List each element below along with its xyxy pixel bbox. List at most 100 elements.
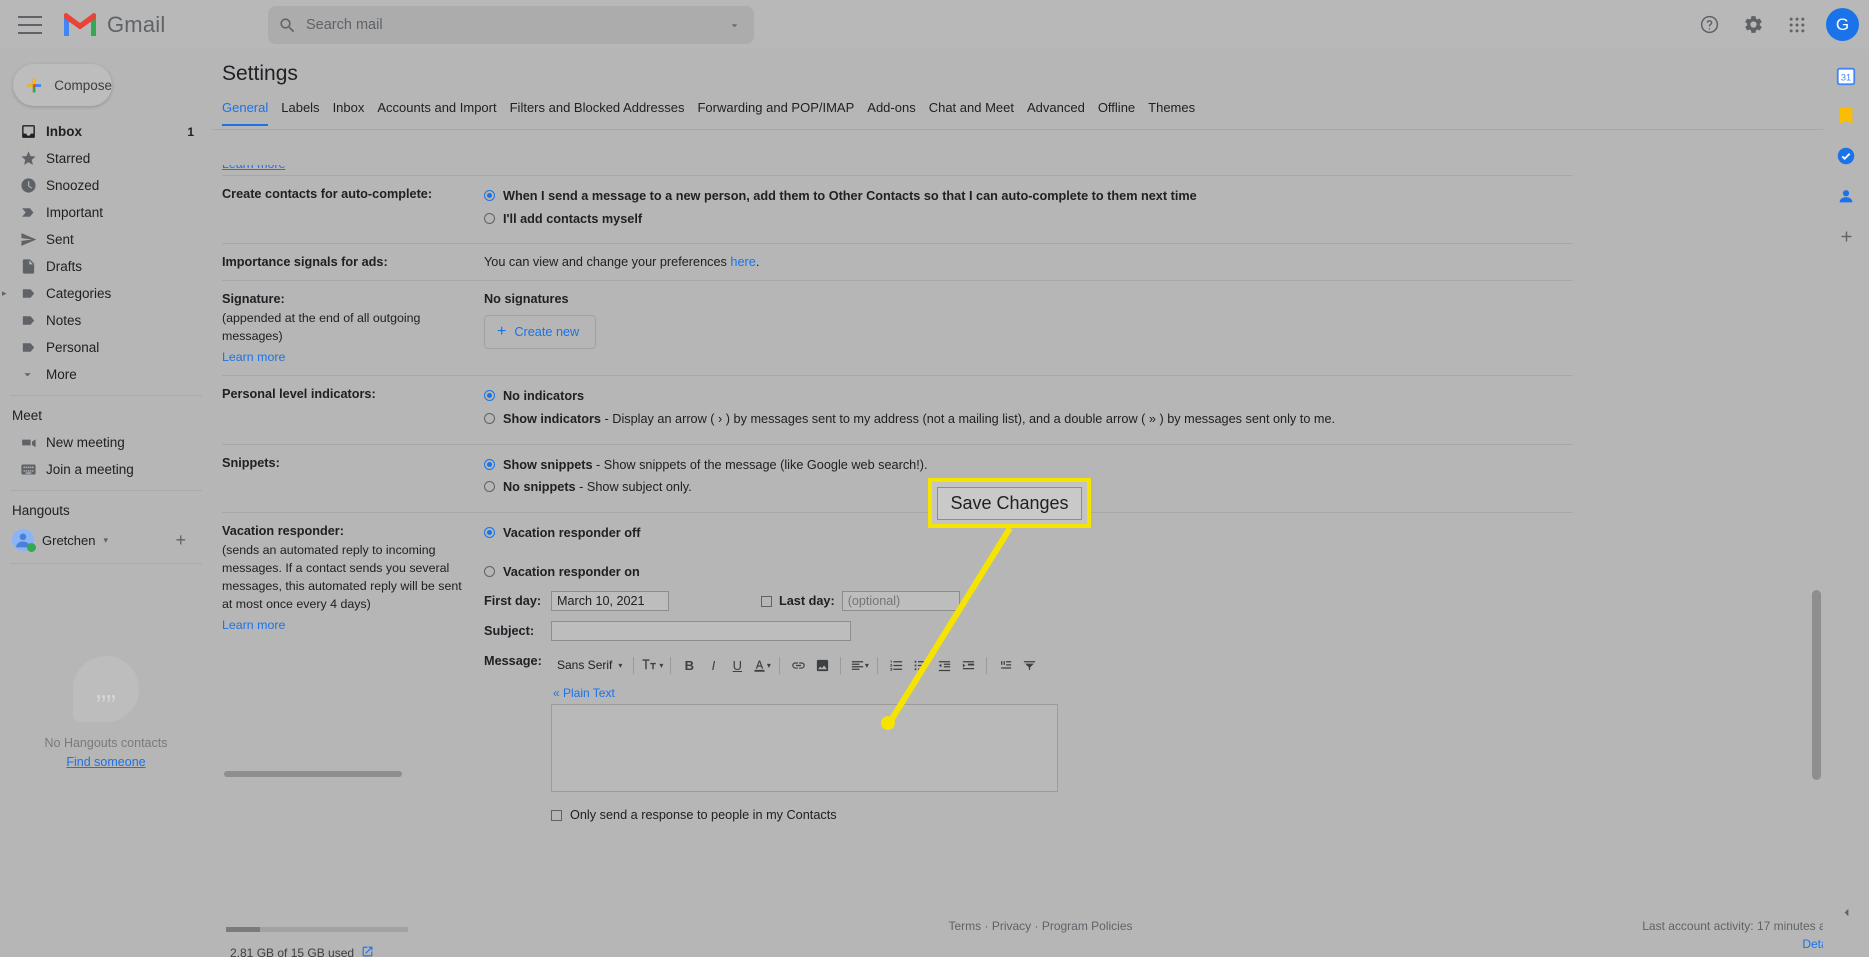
underline-icon[interactable]: U xyxy=(726,654,748,676)
sidebar-item-more[interactable]: More xyxy=(0,361,212,388)
radio-button-selected[interactable] xyxy=(484,190,495,201)
only-contacts-row[interactable]: Only send a response to people in my Con… xyxy=(551,808,1058,822)
sidebar-item-important[interactable]: Important xyxy=(0,199,212,226)
last-day-input[interactable] xyxy=(841,591,960,612)
insert-image-icon[interactable] xyxy=(811,654,833,676)
open-in-new-icon[interactable] xyxy=(361,945,374,957)
font-family-dropdown[interactable]: Sans Serif ▾ xyxy=(553,656,626,674)
expand-panel-icon[interactable] xyxy=(1833,899,1859,925)
apps-grid-icon[interactable] xyxy=(1778,6,1816,44)
calendar-icon[interactable]: 31 xyxy=(1833,63,1859,89)
tab-forwarding-and-pop-imap[interactable]: Forwarding and POP/IMAP xyxy=(697,100,867,124)
sidebar-item-new-meeting[interactable]: New meeting xyxy=(0,429,212,456)
tab-labels[interactable]: Labels xyxy=(281,100,332,124)
compose-button[interactable]: Compose xyxy=(13,64,112,106)
tab-filters-and-blocked-addresses[interactable]: Filters and Blocked Addresses xyxy=(510,100,698,124)
last-day-checkbox[interactable] xyxy=(761,595,772,607)
only-contacts-checkbox[interactable] xyxy=(551,809,562,821)
tab-advanced[interactable]: Advanced xyxy=(1027,100,1098,124)
radio-button-selected[interactable] xyxy=(484,458,495,470)
tab-general[interactable]: General xyxy=(222,100,269,126)
align-icon[interactable]: ▾ xyxy=(848,654,870,676)
radio-option-vacation-on[interactable]: Vacation responder on xyxy=(484,563,1573,583)
radio-button[interactable] xyxy=(484,481,495,493)
first-day-input[interactable] xyxy=(551,591,669,612)
search-input[interactable] xyxy=(306,17,714,33)
radio-option-no-indicators[interactable]: No indicators xyxy=(484,387,1573,407)
row-body: When I send a message to a new person, a… xyxy=(484,187,1573,232)
tab-chat-and-meet[interactable]: Chat and Meet xyxy=(929,100,1027,124)
indent-less-icon[interactable] xyxy=(933,654,955,676)
sidebar-item-drafts[interactable]: Drafts xyxy=(0,253,212,280)
add-on-plus-icon[interactable] xyxy=(1833,223,1859,249)
details-link[interactable]: Details xyxy=(1642,937,1839,951)
search-options-chevron-down-icon[interactable] xyxy=(714,19,754,32)
radio-button-selected[interactable] xyxy=(484,527,495,539)
remove-formatting-icon[interactable] xyxy=(1018,654,1040,676)
clipped-learn-more-link[interactable]: Learn more xyxy=(222,165,285,171)
create-new-signature-button[interactable]: + Create new xyxy=(484,315,597,350)
bulleted-list-icon[interactable] xyxy=(909,654,931,676)
draft-file-icon xyxy=(12,258,46,275)
radio-option-add-automatically[interactable]: When I send a message to a new person, a… xyxy=(484,187,1573,207)
keep-icon[interactable] xyxy=(1833,103,1859,129)
hangouts-user-row[interactable]: Gretchen ▾ + xyxy=(0,524,212,556)
tab-inbox[interactable]: Inbox xyxy=(333,100,378,124)
program-policies-link[interactable]: Program Policies xyxy=(1042,919,1133,933)
sidebar-item-categories[interactable]: ▸ Categories xyxy=(0,280,212,307)
text-color-icon[interactable]: ▾ xyxy=(750,654,772,676)
account-avatar[interactable]: G xyxy=(1826,8,1859,41)
hangouts-add-plus-icon[interactable]: + xyxy=(175,530,186,551)
plain-text-link[interactable]: « Plain Text xyxy=(553,686,615,700)
search-bar[interactable] xyxy=(268,6,754,44)
radio-button[interactable] xyxy=(484,565,495,577)
bold-icon[interactable]: B xyxy=(678,654,700,676)
gear-icon[interactable] xyxy=(1734,6,1772,44)
star-icon xyxy=(12,150,46,167)
sidebar-item-notes[interactable]: Notes xyxy=(0,307,212,334)
italic-icon[interactable]: I xyxy=(702,654,724,676)
find-someone-link[interactable]: Find someone xyxy=(66,755,145,769)
contacts-icon[interactable] xyxy=(1833,183,1859,209)
search-icon[interactable] xyxy=(268,16,306,35)
sidebar-item-sent[interactable]: Sent xyxy=(0,226,212,253)
sidebar-item-personal[interactable]: Personal xyxy=(0,334,212,361)
indent-more-icon[interactable] xyxy=(957,654,979,676)
signature-learn-more-link[interactable]: Learn more xyxy=(222,350,285,364)
message-textarea[interactable] xyxy=(551,704,1058,793)
radio-option-show-indicators[interactable]: Show indicators - Display an arrow ( › )… xyxy=(484,410,1573,430)
importance-here-link[interactable]: here xyxy=(730,255,755,269)
sidebar-item-inbox[interactable]: Inbox 1 xyxy=(0,118,212,145)
radio-option-add-manually[interactable]: I'll add contacts myself xyxy=(484,210,1573,230)
radio-button[interactable] xyxy=(484,413,495,425)
vacation-learn-more-link[interactable]: Learn more xyxy=(222,618,285,632)
caret-down-icon[interactable]: ▾ xyxy=(103,535,108,546)
radio-option-show-snippets[interactable]: Show snippets - Show snippets of the mes… xyxy=(484,456,1573,476)
hamburger-menu-icon[interactable] xyxy=(18,15,42,34)
tab-themes[interactable]: Themes xyxy=(1148,100,1208,124)
tab-add-ons[interactable]: Add-ons xyxy=(867,100,928,124)
font-family-value: Sans Serif xyxy=(557,658,613,673)
radio-button-selected[interactable] xyxy=(484,390,495,402)
sidebar-item-snoozed[interactable]: Snoozed xyxy=(0,172,212,199)
horizontal-scrollbar[interactable] xyxy=(224,771,402,777)
tasks-icon[interactable] xyxy=(1833,143,1859,169)
radio-button[interactable] xyxy=(484,212,495,224)
tab-accounts-and-import[interactable]: Accounts and Import xyxy=(377,100,509,124)
sidebar-item-join-meeting[interactable]: Join a meeting xyxy=(0,456,212,483)
row-vacation-responder: Vacation responder: (sends an automated … xyxy=(222,512,1573,825)
vertical-scrollbar[interactable] xyxy=(1812,590,1821,780)
subject-input[interactable] xyxy=(551,621,851,642)
numbered-list-icon[interactable] xyxy=(885,654,907,676)
privacy-link[interactable]: Privacy xyxy=(992,919,1031,933)
expand-categories-icon[interactable]: ▸ xyxy=(2,288,7,299)
help-icon[interactable] xyxy=(1690,6,1728,44)
terms-link[interactable]: Terms xyxy=(948,919,981,933)
tab-offline[interactable]: Offline xyxy=(1098,100,1148,124)
quote-icon[interactable] xyxy=(994,654,1016,676)
font-size-icon[interactable]: ▾ xyxy=(641,654,663,676)
footer-links: Terms · Privacy · Program Policies xyxy=(948,919,1132,933)
insert-link-icon[interactable] xyxy=(787,654,809,676)
gmail-logo[interactable]: Gmail xyxy=(62,11,165,38)
sidebar-item-starred[interactable]: Starred xyxy=(0,145,212,172)
